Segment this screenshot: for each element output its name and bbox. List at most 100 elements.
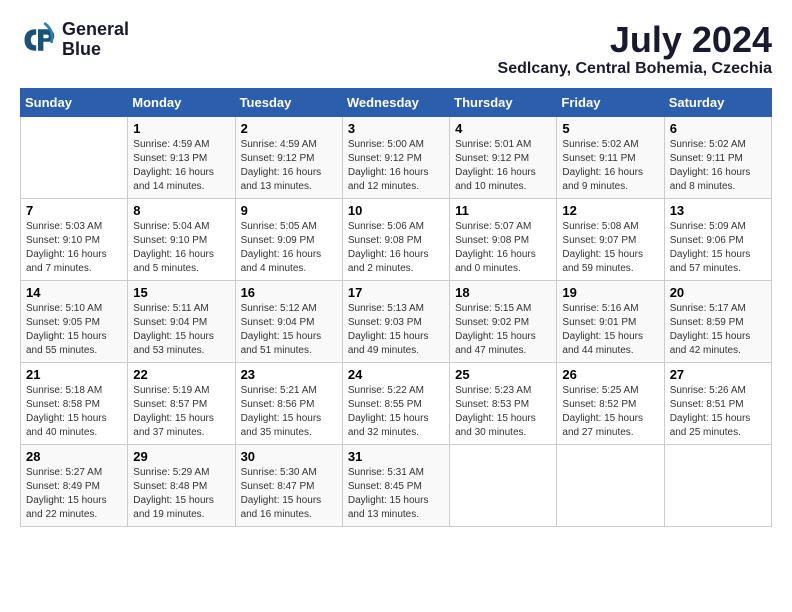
title-block: July 2024 Sedlcany, Central Bohemia, Cze… <box>498 20 772 78</box>
calendar-cell: 16 Sunrise: 5:12 AM Sunset: 9:04 PM Dayli… <box>235 280 342 362</box>
week-row-4: 28Sunrise: 5:27 AM Sunset: 8:49 PM Dayli… <box>21 444 772 526</box>
logo-text: General Blue <box>62 20 129 60</box>
day-info: Sunrise: 5:30 AM Sunset: 8:47 PM Dayligh… <box>241 466 337 522</box>
day-number: 15 <box>133 285 229 300</box>
day-number: 6 <box>670 121 766 136</box>
day-info: Sunrise: 5:04 AM Sunset: 9:10 PM Dayligh… <box>133 220 229 276</box>
day-info: Sunrise: 5:03 AM Sunset: 9:10 PM Dayligh… <box>26 220 122 276</box>
day-info: Sunrise: 5:25 AM Sunset: 8:52 PM Dayligh… <box>562 384 658 440</box>
day-info: Sunrise: 5:01 AM Sunset: 9:12 PM Dayligh… <box>455 138 551 194</box>
calendar-cell: 7 Sunrise: 5:03 AM Sunset: 9:10 PM Daylig… <box>21 198 128 280</box>
day-number: 19 <box>562 285 658 300</box>
calendar-cell: 29 Sunrise: 5:29 AM Sunset: 8:48 PM Dayli… <box>128 444 235 526</box>
day-number: 7 <box>26 203 122 218</box>
month-year: July 2024 <box>498 20 772 60</box>
calendar-cell: 19 Sunrise: 5:16 AM Sunset: 9:01 PM Dayli… <box>557 280 664 362</box>
day-info: Sunrise: 5:00 AM Sunset: 9:12 PM Dayligh… <box>348 138 444 194</box>
calendar-cell: 6 Sunrise: 5:02 AM Sunset: 9:11 PM Daylig… <box>664 116 771 198</box>
day-header-sunday: Sunday <box>21 88 128 116</box>
logo: General Blue <box>20 20 129 60</box>
calendar-cell <box>21 116 128 198</box>
calendar-cell: 17 Sunrise: 5:13 AM Sunset: 9:03 PM Dayli… <box>342 280 449 362</box>
day-number: 5 <box>562 121 658 136</box>
calendar-cell: 15 Sunrise: 5:11 AM Sunset: 9:04 PM Dayli… <box>128 280 235 362</box>
calendar-table: SundayMondayTuesdayWednesdayThursdayFrid… <box>20 88 772 527</box>
day-info: Sunrise: 4:59 AM Sunset: 9:12 PM Dayligh… <box>241 138 337 194</box>
calendar-cell: 22Sunrise: 5:19 AM Sunset: 8:57 PM Dayli… <box>128 362 235 444</box>
day-number: 28 <box>26 449 122 464</box>
day-info: Sunrise: 5:02 AM Sunset: 9:11 PM Dayligh… <box>562 138 658 194</box>
day-number: 31 <box>348 449 444 464</box>
day-number: 12 <box>562 203 658 218</box>
calendar-cell: 24 Sunrise: 5:22 AM Sunset: 8:55 PM Dayli… <box>342 362 449 444</box>
day-header-friday: Friday <box>557 88 664 116</box>
day-info: Sunrise: 5:02 AM Sunset: 9:11 PM Dayligh… <box>670 138 766 194</box>
day-number: 25 <box>455 367 551 382</box>
calendar-cell <box>557 444 664 526</box>
day-info: Sunrise: 5:15 AM Sunset: 9:02 PM Dayligh… <box>455 302 551 358</box>
calendar-cell: 26 Sunrise: 5:25 AM Sunset: 8:52 PM Dayli… <box>557 362 664 444</box>
calendar-cell: 21 Sunrise: 5:18 AM Sunset: 8:58 PM Dayli… <box>21 362 128 444</box>
day-number: 1 <box>133 121 229 136</box>
calendar-cell: 5 Sunrise: 5:02 AM Sunset: 9:11 PM Daylig… <box>557 116 664 198</box>
day-info: Sunrise: 5:12 AM Sunset: 9:04 PM Dayligh… <box>241 302 337 358</box>
day-header-saturday: Saturday <box>664 88 771 116</box>
day-number: 17 <box>348 285 444 300</box>
day-info: Sunrise: 5:17 AM Sunset: 8:59 PM Dayligh… <box>670 302 766 358</box>
calendar-body: 1 Sunrise: 4:59 AM Sunset: 9:13 PM Daylig… <box>21 116 772 526</box>
week-row-0: 1 Sunrise: 4:59 AM Sunset: 9:13 PM Daylig… <box>21 116 772 198</box>
calendar-cell: 4Sunrise: 5:01 AM Sunset: 9:12 PM Daylig… <box>450 116 557 198</box>
day-header-wednesday: Wednesday <box>342 88 449 116</box>
calendar-cell: 20 Sunrise: 5:17 AM Sunset: 8:59 PM Dayli… <box>664 280 771 362</box>
calendar-cell: 27Sunrise: 5:26 AM Sunset: 8:51 PM Dayli… <box>664 362 771 444</box>
calendar-cell: 9 Sunrise: 5:05 AM Sunset: 9:09 PM Daylig… <box>235 198 342 280</box>
day-number: 20 <box>670 285 766 300</box>
calendar-cell <box>450 444 557 526</box>
location: Sedlcany, Central Bohemia, Czechia <box>498 60 772 78</box>
week-row-2: 14Sunrise: 5:10 AM Sunset: 9:05 PM Dayli… <box>21 280 772 362</box>
day-number: 29 <box>133 449 229 464</box>
calendar-cell: 10Sunrise: 5:06 AM Sunset: 9:08 PM Dayli… <box>342 198 449 280</box>
day-number: 9 <box>241 203 337 218</box>
day-number: 26 <box>562 367 658 382</box>
day-info: Sunrise: 5:05 AM Sunset: 9:09 PM Dayligh… <box>241 220 337 276</box>
week-row-3: 21 Sunrise: 5:18 AM Sunset: 8:58 PM Dayli… <box>21 362 772 444</box>
day-number: 24 <box>348 367 444 382</box>
day-header-monday: Monday <box>128 88 235 116</box>
calendar-cell: 8 Sunrise: 5:04 AM Sunset: 9:10 PM Daylig… <box>128 198 235 280</box>
day-info: Sunrise: 5:08 AM Sunset: 9:07 PM Dayligh… <box>562 220 658 276</box>
day-number: 23 <box>241 367 337 382</box>
day-info: Sunrise: 5:18 AM Sunset: 8:58 PM Dayligh… <box>26 384 122 440</box>
calendar-cell: 13Sunrise: 5:09 AM Sunset: 9:06 PM Dayli… <box>664 198 771 280</box>
calendar-cell: 2 Sunrise: 4:59 AM Sunset: 9:12 PM Daylig… <box>235 116 342 198</box>
day-info: Sunrise: 5:11 AM Sunset: 9:04 PM Dayligh… <box>133 302 229 358</box>
calendar-cell: 14Sunrise: 5:10 AM Sunset: 9:05 PM Dayli… <box>21 280 128 362</box>
day-info: Sunrise: 5:19 AM Sunset: 8:57 PM Dayligh… <box>133 384 229 440</box>
day-number: 14 <box>26 285 122 300</box>
day-number: 13 <box>670 203 766 218</box>
calendar-cell: 28Sunrise: 5:27 AM Sunset: 8:49 PM Dayli… <box>21 444 128 526</box>
calendar-header-row: SundayMondayTuesdayWednesdayThursdayFrid… <box>21 88 772 116</box>
day-info: Sunrise: 5:13 AM Sunset: 9:03 PM Dayligh… <box>348 302 444 358</box>
day-info: Sunrise: 5:31 AM Sunset: 8:45 PM Dayligh… <box>348 466 444 522</box>
week-row-1: 7 Sunrise: 5:03 AM Sunset: 9:10 PM Daylig… <box>21 198 772 280</box>
calendar-cell: 1 Sunrise: 4:59 AM Sunset: 9:13 PM Daylig… <box>128 116 235 198</box>
day-info: Sunrise: 5:16 AM Sunset: 9:01 PM Dayligh… <box>562 302 658 358</box>
calendar-cell: 25 Sunrise: 5:23 AM Sunset: 8:53 PM Dayli… <box>450 362 557 444</box>
day-info: Sunrise: 5:21 AM Sunset: 8:56 PM Dayligh… <box>241 384 337 440</box>
header: General Blue July 2024 Sedlcany, Central… <box>20 20 772 78</box>
calendar-cell: 12 Sunrise: 5:08 AM Sunset: 9:07 PM Dayli… <box>557 198 664 280</box>
day-header-thursday: Thursday <box>450 88 557 116</box>
day-info: Sunrise: 5:22 AM Sunset: 8:55 PM Dayligh… <box>348 384 444 440</box>
day-number: 16 <box>241 285 337 300</box>
day-info: Sunrise: 5:29 AM Sunset: 8:48 PM Dayligh… <box>133 466 229 522</box>
calendar-cell <box>664 444 771 526</box>
day-info: Sunrise: 5:26 AM Sunset: 8:51 PM Dayligh… <box>670 384 766 440</box>
day-number: 10 <box>348 203 444 218</box>
day-info: Sunrise: 5:23 AM Sunset: 8:53 PM Dayligh… <box>455 384 551 440</box>
day-number: 8 <box>133 203 229 218</box>
calendar-cell: 23 Sunrise: 5:21 AM Sunset: 8:56 PM Dayli… <box>235 362 342 444</box>
day-info: Sunrise: 4:59 AM Sunset: 9:13 PM Dayligh… <box>133 138 229 194</box>
day-number: 2 <box>241 121 337 136</box>
day-number: 21 <box>26 367 122 382</box>
